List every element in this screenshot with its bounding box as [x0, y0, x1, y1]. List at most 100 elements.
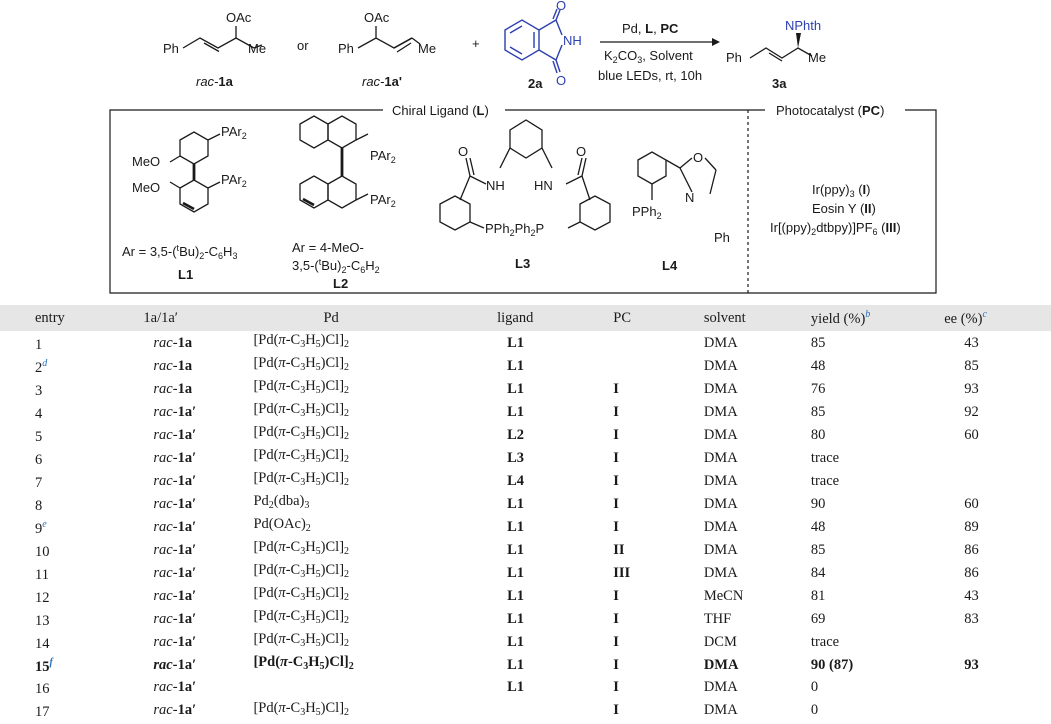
cell-pd: [Pd(π-C3H5)Cl]2: [253, 654, 354, 672]
table-row: 7 rac-1a′ [Pd(π-C3H5)Cl]2 L4 I DMA trace: [0, 469, 1051, 492]
cell-entry: 11: [35, 566, 49, 583]
cell-yield: 90: [810, 495, 826, 512]
scheme-label: 2: [242, 131, 247, 141]
cell-yield: 0: [810, 679, 819, 696]
scheme-label: CO: [618, 48, 638, 63]
cell-yield: 90 (87): [810, 656, 854, 673]
table-row: 12 rac-1a′ [Pd(π-C3H5)Cl]2 L1 I MeCN 81 43: [0, 584, 1051, 607]
cell-entry: 13: [35, 612, 50, 629]
cell-pd: [Pd(π-C3H5)Cl]2: [253, 447, 350, 465]
table-row: 9e rac-1a′ Pd(OAc)2 L1 I DMA 48 89: [0, 515, 1051, 538]
cell-entry: 16: [35, 681, 50, 698]
cell-pd: [Pd(π-C3H5)Cl]2: [253, 355, 350, 373]
scheme-label: 3: [232, 251, 237, 261]
cell-pc: I: [613, 633, 619, 650]
sm2-oac: OAc: [364, 10, 390, 25]
sm1-oac: OAc: [226, 10, 252, 25]
cell-pc: I: [613, 495, 619, 512]
cell-yield: 84: [810, 564, 826, 581]
cell-entry: 9e: [35, 518, 47, 537]
scheme-label: ,: [653, 21, 660, 36]
cell-pd: [Pd(π-C3H5)Cl]2: [253, 539, 350, 557]
cell-pc: [603, 331, 704, 354]
product-ph: Ph: [726, 50, 742, 65]
cell-substrate: rac-1a: [153, 357, 193, 374]
phthalimide-o-bottom: O: [556, 73, 566, 88]
scheme-label: L: [645, 21, 653, 36]
cell-ee: 86: [964, 541, 979, 558]
table-row: 3 rac-1a [Pd(π-C3H5)Cl]2 L1 I DMA 76 93: [0, 377, 1051, 400]
cell-ligand: L1: [507, 656, 525, 673]
cell-ligand: L1: [507, 541, 525, 558]
col-ee: ee (%)c: [944, 308, 987, 327]
cell-pd: Pd2(dba)3: [253, 493, 310, 511]
cell-ee: [924, 699, 1051, 722]
cell-substrate: rac-1a′: [153, 403, 197, 420]
cell-substrate: rac-1a′: [153, 610, 197, 627]
scheme-label: PAr: [370, 192, 391, 207]
product-me: Me: [808, 50, 826, 65]
cell-yield: 76: [810, 380, 826, 397]
cell-solvent: DMA: [703, 518, 738, 535]
scheme-label: H: [223, 244, 232, 259]
cell-ligand: L1: [507, 334, 525, 351]
cell-yield: 85: [810, 334, 826, 351]
table-row: 11 rac-1a′ [Pd(π-C3H5)Cl]2 L1 III DMA 84 86: [0, 561, 1051, 584]
cell-ligand: L1: [507, 495, 525, 512]
cell-ligand: L2: [507, 426, 525, 443]
cell-yield: trace: [810, 472, 840, 489]
scheme-label: H: [365, 258, 374, 273]
cell-ligand: L1: [507, 403, 525, 420]
cell-solvent: MeCN: [703, 587, 744, 604]
cell-solvent: DMA: [703, 541, 738, 558]
scheme-label: PAr: [221, 124, 242, 139]
L3-structure: [439, 119, 611, 231]
L3-label: L3: [515, 256, 530, 271]
table-row: 14 rac-1a′ [Pd(π-C3H5)Cl]2 L1 I DCM trace: [0, 630, 1051, 653]
scheme-label: Bu): [179, 244, 199, 259]
cell-pc: I: [613, 518, 619, 535]
cell-ee: 85: [964, 357, 979, 374]
scheme-label: ): [896, 220, 900, 235]
scheme-label: PPh: [485, 221, 510, 236]
scheme-label: 2: [657, 211, 662, 221]
scheme-label: III: [886, 220, 897, 235]
cell-pd: [Pd(π-C3H5)Cl]2: [253, 699, 350, 718]
cell-pc: I: [613, 702, 619, 719]
cell-yield: 80: [810, 426, 826, 443]
cell-entry: 2d: [35, 357, 48, 376]
cell-yield: 85: [810, 541, 826, 558]
L1-structure: [169, 131, 221, 213]
col-pd: Pd: [323, 309, 339, 326]
cell-ligand: L1: [507, 380, 525, 397]
L3-nh-left: NH: [486, 178, 505, 193]
scheme-label: Ar = 3,5-(tBu)2-C6H3: [122, 243, 237, 261]
cell-ligand: L1: [507, 633, 525, 650]
cell-pd: [Pd(π-C3H5)Cl]2: [253, 631, 350, 649]
cell-ligand: L4: [507, 472, 525, 489]
L2-label: L2: [333, 276, 348, 291]
cell-substrate: rac-1a′: [153, 426, 197, 443]
cell-pc: I: [613, 679, 619, 696]
table-row: 2d rac-1a [Pd(π-C3H5)Cl]2 L1 DMA 48 85: [0, 354, 1051, 377]
sm2-label: 1a': [384, 74, 402, 89]
table-header-row: entry 1a/1a′ Pd ligand PC solvent yield …: [0, 305, 1051, 331]
scheme-label: PPh2Ph2P: [485, 221, 544, 238]
cell-solvent: DMA: [703, 495, 738, 512]
cell-solvent: DMA: [703, 357, 738, 374]
cell-pd: [Pd(π-C3H5)Cl]2: [253, 585, 350, 603]
scheme-label: PPh: [632, 204, 657, 219]
cell-entry: 14: [35, 635, 50, 652]
scheme-label: ): [866, 182, 870, 197]
cell-pc: I: [613, 449, 619, 466]
table-row: 17 rac-1a′ [Pd(π-C3H5)Cl]2 I DMA 0: [0, 699, 1051, 722]
cell-pd: Pd(OAc)2: [253, 516, 311, 534]
cell-entry: 5: [35, 428, 43, 445]
sm1-ph: Ph: [163, 41, 179, 56]
cell-solvent: DMA: [703, 334, 738, 351]
cell-ee: 86: [964, 564, 979, 581]
scheme-label: Photocatalyst (PC): [776, 103, 884, 118]
cell-substrate: rac-1a′: [153, 541, 197, 558]
cell-substrate: rac-1a′: [153, 679, 197, 696]
scheme-label: , Solvent: [642, 48, 693, 63]
